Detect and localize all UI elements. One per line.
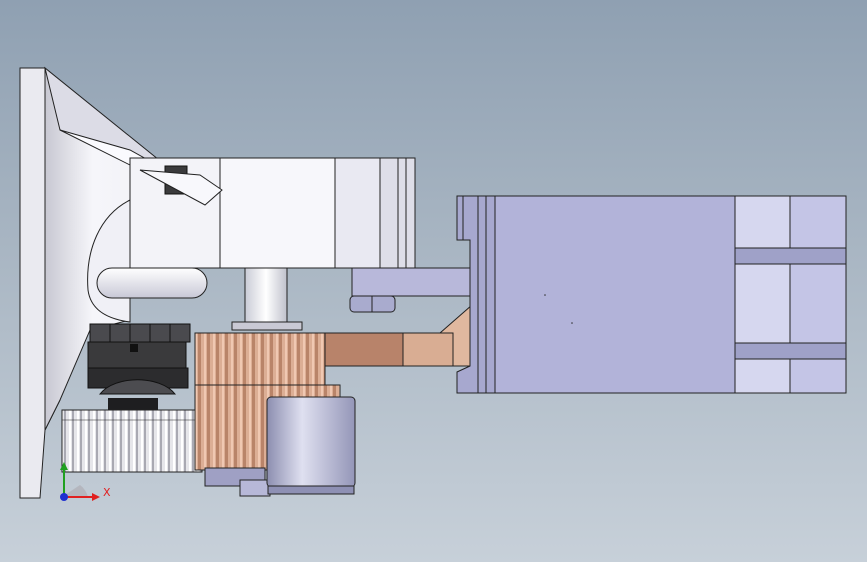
stepper-motor[interactable]: [456, 195, 847, 394]
x-axis-label: X: [103, 486, 111, 499]
grey-spur-gear[interactable]: [61, 409, 203, 473]
z-axis-dot: [60, 493, 68, 501]
vertical-shaft[interactable]: [231, 267, 303, 331]
dark-gripper[interactable]: [87, 323, 191, 410]
cad-viewport[interactable]: X: [0, 0, 867, 562]
motor-arm[interactable]: [349, 267, 471, 313]
cad-model-view[interactable]: X: [0, 0, 867, 562]
copper-lever[interactable]: [324, 303, 473, 367]
